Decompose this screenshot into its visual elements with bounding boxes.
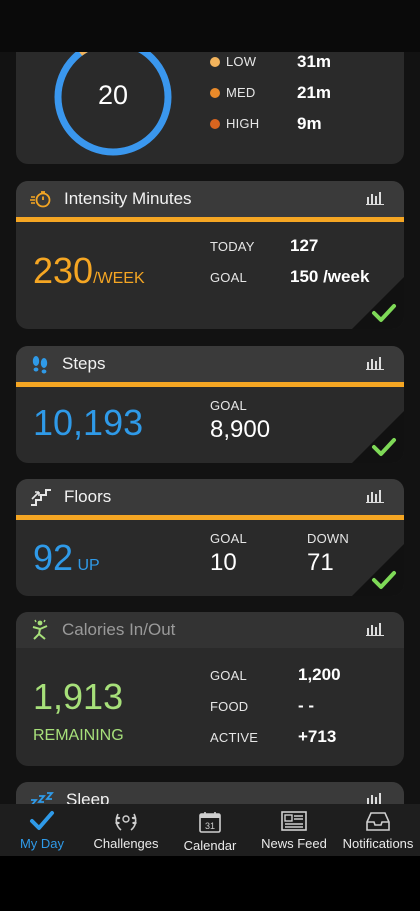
tab-challenges[interactable]: Challenges — [84, 804, 168, 856]
floors-up-total: 92 UP — [33, 537, 100, 579]
intensity-minutes-card[interactable]: Intensity Minutes 230/WEEK TODAY 127 GOA… — [16, 181, 404, 329]
calories-body: 1,913 REMAINING GOAL 1,200 FOOD - - ACTI… — [16, 648, 404, 766]
tab-notifications[interactable]: Notifications — [336, 804, 420, 856]
intensity-goal-label: GOAL — [210, 270, 247, 285]
sleep-card[interactable]: Sleep — [16, 782, 404, 804]
calories-remaining-label: REMAINING — [33, 727, 124, 744]
intensity-today-value: 127 — [290, 236, 319, 255]
goal-met-check-icon — [352, 411, 404, 463]
calories-goal-label: GOAL — [210, 668, 247, 683]
inbox-icon — [366, 812, 390, 831]
heart-rate-card[interactable]: 20 LOW 31m MED 21m HIGH 9m — [16, 52, 404, 164]
floors-body: 92 UP GOAL 10 DOWN 71 — [16, 515, 404, 596]
zone-dot-med — [210, 88, 220, 98]
bar-chart-icon[interactable] — [366, 622, 384, 636]
bar-chart-icon[interactable] — [366, 792, 384, 804]
laurel-icon — [115, 813, 137, 831]
calories-big-value: 1,913 — [33, 676, 124, 717]
intensity-big-value: 230 — [33, 250, 94, 291]
check-icon — [30, 811, 54, 830]
zone-row-high: HIGH 9m — [210, 114, 390, 134]
calories-food-value: - - — [298, 696, 315, 715]
calories-active-label: ACTIVE — [210, 730, 259, 745]
steps-goal-label: GOAL — [210, 398, 247, 413]
tab-label: News Feed — [261, 836, 327, 851]
calories-header: Calories In/Out — [16, 612, 404, 648]
steps-big-value: 10,193 — [33, 402, 144, 443]
ring-value: 20 — [98, 80, 129, 110]
intensity-minutes-title: Intensity Minutes — [64, 189, 192, 208]
bar-chart-icon[interactable] — [366, 191, 384, 205]
zone-row-low: LOW 31m — [210, 52, 390, 72]
zone-row-med: MED 21m — [210, 83, 390, 103]
calories-title: Calories In/Out — [62, 620, 176, 639]
intensity-today-label: TODAY — [210, 239, 255, 254]
tab-news-feed[interactable]: News Feed — [252, 804, 336, 856]
floors-header: Floors — [16, 479, 404, 520]
bar-chart-icon[interactable] — [366, 356, 384, 370]
zone-label-low: LOW — [226, 54, 257, 69]
bottom-tab-bar: My Day Challenges 31 Calendar News Feed — [0, 804, 420, 856]
zone-dot-low — [210, 57, 220, 67]
calories-card[interactable]: Calories In/Out 1,913 REMAINING GOAL 1,2… — [16, 612, 404, 766]
tab-label: Notifications — [342, 836, 414, 851]
floors-goal-label: GOAL — [210, 531, 247, 546]
floors-down-value: 71 — [307, 549, 334, 576]
steps-header: Steps — [16, 346, 404, 387]
calories-active-value: +713 — [298, 727, 337, 746]
intensity-minutes-header: Intensity Minutes — [16, 181, 404, 222]
steps-goal-value: 8,900 — [210, 416, 271, 443]
bar-chart-icon[interactable] — [366, 489, 384, 503]
footprints-icon — [32, 356, 48, 374]
status-bar — [0, 0, 420, 52]
intensity-body: 230/WEEK TODAY 127 GOAL 150 /week — [16, 217, 404, 329]
floors-title: Floors — [64, 487, 112, 506]
floors-big-value: 92 — [33, 537, 74, 578]
zone-label-high: HIGH — [226, 116, 260, 131]
tab-calendar[interactable]: 31 Calendar — [168, 804, 252, 856]
zone-dot-high — [210, 119, 220, 129]
calendar-icon: 31 — [199, 812, 221, 833]
stairs-icon — [31, 489, 51, 506]
floors-card[interactable]: Floors 92 UP GOAL 10 DOWN 71 — [16, 479, 404, 596]
sleep-header: Sleep — [16, 782, 404, 804]
newspaper-icon — [281, 811, 307, 831]
floors-big-unit: UP — [77, 557, 100, 574]
intensity-big-unit: /WEEK — [93, 270, 145, 287]
steps-card[interactable]: Steps 10,193 GOAL 8,900 — [16, 346, 404, 463]
sleep-zzz-icon — [31, 792, 54, 804]
zone-value-high: 9m — [297, 114, 322, 133]
tab-label: My Day — [19, 836, 65, 851]
zone-label-med: MED — [226, 85, 256, 100]
floors-down-label: DOWN — [307, 531, 349, 546]
zone-value-low: 31m — [297, 52, 332, 71]
floors-goal-value: 10 — [210, 549, 237, 576]
steps-title: Steps — [62, 354, 106, 373]
calendar-day: 31 — [205, 821, 215, 831]
my-day-scroll[interactable]: 20 LOW 31m MED 21m HIGH 9m Intensity Min… — [0, 52, 420, 804]
goal-met-check-icon — [352, 277, 404, 329]
steps-body: 10,193 GOAL 8,900 — [16, 382, 404, 463]
tab-label: Challenges — [93, 836, 159, 851]
figure-icon — [32, 619, 48, 640]
tab-label: Calendar — [183, 838, 237, 853]
stopwatch-icon — [30, 191, 51, 208]
sleep-title: Sleep — [66, 790, 110, 804]
calories-goal-value: 1,200 — [298, 665, 341, 684]
zone-value-med: 21m — [297, 83, 332, 102]
system-nav-area — [0, 856, 420, 911]
intensity-week-total: 230/WEEK — [33, 250, 145, 292]
tab-my-day[interactable]: My Day — [0, 804, 84, 856]
calories-food-label: FOOD — [210, 699, 249, 714]
goal-met-check-icon — [352, 544, 404, 596]
